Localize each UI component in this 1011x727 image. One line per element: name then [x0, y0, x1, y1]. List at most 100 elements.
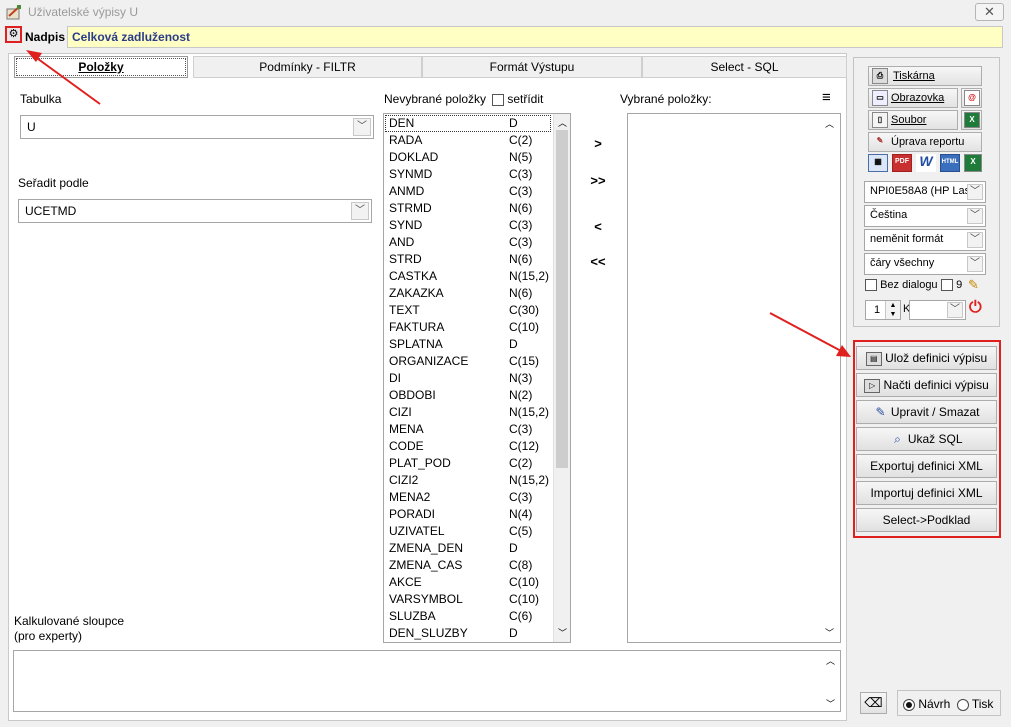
list-item[interactable]: ORGANIZACE C(15) [385, 353, 553, 370]
tab-podminky-filtr[interactable]: Podmínky - FILTR [193, 56, 422, 78]
list-item[interactable]: PLAT_POD C(2) [385, 455, 553, 472]
list-item[interactable]: OBDOBI N(2) [385, 387, 553, 404]
tiskarna-button[interactable]: ⎙ Tiskárna [868, 66, 982, 86]
uprava-reportu-button[interactable]: ✎ Úprava reportu [868, 132, 982, 152]
item-type: C(3) [509, 490, 533, 504]
item-type: N(2) [509, 388, 533, 402]
move-all-left-button[interactable]: << [588, 254, 608, 269]
menu-icon[interactable]: ≡ [822, 90, 831, 105]
k-select[interactable]: ﹀ [909, 300, 966, 320]
scroll-down-icon[interactable]: ﹀ [558, 626, 567, 639]
list-item[interactable]: DEN_SLUZBY D [385, 625, 553, 642]
bez-dialogu-checkbox[interactable]: Bez dialogu [865, 279, 938, 292]
list-item[interactable]: DEN D [385, 115, 551, 132]
power-icon[interactable]: ⏻ [969, 299, 982, 317]
lines-value: čáry všechny [870, 257, 935, 269]
list-item[interactable]: VARSYMBOL C(10) [385, 591, 553, 608]
list-item[interactable]: AKCE C(10) [385, 574, 553, 591]
copies-spinner[interactable]: 1 ▲ ▼ [865, 300, 901, 320]
format-select[interactable]: neměnit formát ﹀ [864, 229, 986, 251]
pdf-icon[interactable]: PDF [892, 154, 912, 172]
list-item[interactable]: SLUZBA C(6) [385, 608, 553, 625]
item-name: STRMD [389, 201, 432, 215]
selected-items-list[interactable]: ︿ ﹀ [627, 113, 841, 643]
calculated-columns-textarea[interactable]: ︿ ﹀ [13, 650, 841, 712]
word-icon[interactable]: W [916, 154, 936, 172]
spinner-arrows-icon[interactable]: ▲ ▼ [885, 301, 900, 319]
nacti-definici-button[interactable]: ▷ Načti definici výpisu [856, 373, 997, 397]
list-item[interactable]: DOKLAD N(5) [385, 149, 553, 166]
list-item[interactable]: MENA2 C(3) [385, 489, 553, 506]
list-item[interactable]: AND C(3) [385, 234, 553, 251]
scrollbar-thumb[interactable] [556, 130, 568, 468]
scroll-up-icon[interactable]: ︿ [825, 117, 834, 130]
importuj-xml-button[interactable]: Importuj definici XML [856, 481, 997, 505]
upravit-smazat-button[interactable]: ✎ Upravit / Smazat [856, 400, 997, 424]
close-button[interactable]: ✕ [975, 3, 1004, 21]
scroll-up-icon[interactable]: ︿ [558, 116, 567, 129]
setridit-checkbox[interactable]: setřídit [492, 92, 543, 106]
printer-select[interactable]: NPI0E58A8 (HP Laser ﹀ [864, 181, 986, 203]
select-podklad-button[interactable]: Select->Podklad [856, 508, 997, 532]
tisk-radio[interactable]: Tisk [956, 697, 993, 711]
format-value: neměnit formát [870, 233, 944, 245]
obrazovka-button[interactable]: ▭ Obrazovka [868, 88, 958, 108]
list-item[interactable]: CASTKA N(15,2) [385, 268, 553, 285]
list-item[interactable]: MENA C(3) [385, 421, 553, 438]
list-item[interactable]: RADA C(2) [385, 132, 553, 149]
list-item[interactable]: TEXT C(30) [385, 302, 553, 319]
uloz-definici-button[interactable]: ▤ Ulož definici výpisu [856, 346, 997, 370]
item-type: C(30) [509, 303, 540, 317]
eraser-icon: ⌫ [864, 695, 883, 710]
eraser-button[interactable]: ⌫ [860, 692, 887, 714]
html-icon[interactable]: HTML [940, 154, 960, 172]
settings-gear-icon[interactable]: ⚙ [5, 26, 22, 43]
list-item[interactable]: DI N(3) [385, 370, 553, 387]
unselected-list-scrollbar[interactable]: ︿ ﹀ [553, 114, 570, 642]
scroll-up-icon[interactable]: ︿ [826, 654, 835, 667]
navrh-radio[interactable]: Návrh [903, 697, 950, 711]
item-name: ANMD [389, 184, 425, 198]
seradit-select[interactable]: UCETMD ﹀ [18, 199, 372, 223]
list-item[interactable]: SPLATNA D [385, 336, 553, 353]
list-item[interactable]: SYNMD C(3) [385, 166, 553, 183]
ukaz-sql-button[interactable]: ⌕ Ukaž SQL [856, 427, 997, 451]
list-item[interactable]: ANMD C(3) [385, 183, 553, 200]
tab-select-sql[interactable]: Select - SQL [642, 56, 847, 78]
email-button[interactable]: @ [961, 88, 982, 108]
list-item[interactable]: FAKTURA C(10) [385, 319, 553, 336]
item-type: C(8) [509, 558, 533, 572]
list-item[interactable]: ZMENA_DEN D [385, 540, 553, 557]
list-item[interactable]: CIZI N(15,2) [385, 404, 553, 421]
exportuj-xml-button[interactable]: Exportuj definici XML [856, 454, 997, 478]
nine-checkbox[interactable]: 9 [941, 279, 962, 292]
nadpis-input[interactable]: Celková zadluženost [67, 26, 1003, 48]
list-item[interactable]: SYND C(3) [385, 217, 553, 234]
move-left-button[interactable]: < [588, 219, 608, 234]
list-item[interactable]: PORADI N(4) [385, 506, 553, 523]
lines-select[interactable]: čáry všechny ﹀ [864, 253, 986, 275]
excel-icon[interactable]: X [964, 154, 982, 172]
list-item[interactable]: UZIVATEL C(5) [385, 523, 553, 540]
language-select[interactable]: Čeština ﹀ [864, 205, 986, 227]
excel-button[interactable]: X [961, 110, 982, 130]
load-icon: ▷ [864, 378, 881, 393]
list-item[interactable]: ZMENA_CAS C(8) [385, 557, 553, 574]
move-right-button[interactable]: > [588, 136, 608, 151]
calendar-icon[interactable]: ▦ [868, 154, 888, 172]
list-item[interactable]: CIZI2 N(15,2) [385, 472, 553, 489]
folder-edit-icon[interactable]: ✎ [968, 277, 984, 293]
list-item[interactable]: CODE C(12) [385, 438, 553, 455]
tab-polozky[interactable]: Položky [14, 56, 188, 78]
tabulka-select[interactable]: U ﹀ [20, 115, 374, 139]
list-item[interactable]: ZAKAZKA N(6) [385, 285, 553, 302]
scroll-down-icon[interactable]: ﹀ [825, 626, 834, 639]
list-item[interactable]: STRMD N(6) [385, 200, 553, 217]
tab-format-vystupu[interactable]: Formát Výstupu [422, 56, 642, 78]
list-item[interactable]: STRD N(6) [385, 251, 553, 268]
unselected-items-list[interactable]: DEN D RADA C(2) DOKLAD N(5) SYNMD C(3) ANMD C(3) S… [383, 113, 571, 643]
scroll-down-icon[interactable]: ﹀ [826, 697, 835, 710]
soubor-button[interactable]: ▯ Soubor [868, 110, 958, 130]
magnifier-icon: ⌕ [894, 431, 901, 446]
move-all-right-button[interactable]: >> [588, 173, 608, 188]
